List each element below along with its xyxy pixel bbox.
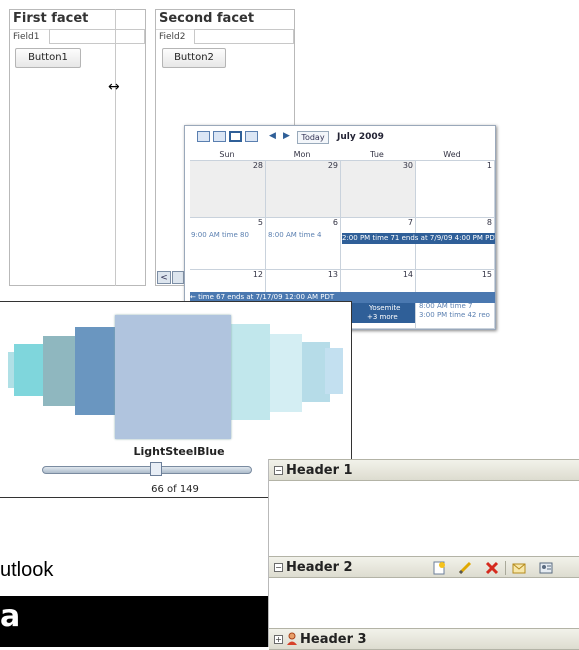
- day-number: 15: [481, 270, 492, 279]
- day-number: 30: [402, 161, 413, 170]
- collapse-icon[interactable]: −: [274, 466, 283, 475]
- accordion-panel: − Header 1 − Header 2 + Header 3: [268, 459, 579, 650]
- prev-arrow-icon[interactable]: ◀: [269, 131, 276, 141]
- day-number: 14: [402, 270, 413, 279]
- day-number: 7: [407, 218, 413, 227]
- edit-pencil-icon[interactable]: [458, 561, 472, 575]
- calendar-day-cell[interactable]: 5 9:00 AM time 80: [190, 218, 266, 270]
- carousel-item[interactable]: [75, 327, 117, 415]
- day-number: 1: [486, 161, 492, 170]
- calendar-toolbar: ◀ ▶ Today July 2009: [185, 126, 495, 148]
- header-1-label: Header 1: [286, 463, 353, 478]
- field1-label: Field1: [13, 32, 40, 42]
- calendar-event[interactable]: 8:00 AM time 4: [268, 231, 322, 239]
- collapse-icon[interactable]: −: [274, 563, 283, 572]
- scroll-right-button[interactable]: [172, 271, 184, 284]
- carousel-item[interactable]: [43, 336, 75, 406]
- calendar-day-cell[interactable]: 28: [190, 160, 266, 218]
- dark-banner: a: [0, 596, 268, 647]
- field1-input[interactable]: [49, 29, 145, 44]
- calendar-day-cell[interactable]: 30: [341, 160, 416, 218]
- email-icon[interactable]: [512, 561, 526, 575]
- calendar-day-cell[interactable]: 7: [341, 218, 416, 270]
- next-arrow-icon[interactable]: ▶: [283, 131, 290, 141]
- day-name-sun: Sun: [219, 150, 235, 159]
- toolbar-separator: [505, 561, 506, 575]
- header-1-bar[interactable]: − Header 1: [269, 459, 579, 481]
- calendar-day-cell[interactable]: 6 8:00 AM time 4: [266, 218, 341, 270]
- today-button[interactable]: Today: [297, 131, 329, 144]
- day-number: 29: [327, 161, 338, 170]
- day-number: 8: [486, 218, 492, 227]
- outlook-label: utlook: [0, 559, 54, 581]
- day-number: 13: [327, 270, 338, 279]
- day-number: 5: [257, 218, 263, 227]
- day-number: 6: [332, 218, 338, 227]
- header-2-bar[interactable]: − Header 2: [269, 556, 579, 578]
- calendar-day-cell[interactable]: 29: [266, 160, 341, 218]
- banner-glyph: a: [0, 599, 21, 634]
- day-name-wed: Wed: [443, 150, 461, 159]
- more-events-link[interactable]: +3 more: [367, 313, 398, 321]
- carousel-current-label: LightSteelBlue: [133, 445, 225, 458]
- day-name-mon: Mon: [293, 150, 311, 159]
- delete-icon[interactable]: [485, 561, 499, 575]
- calendar-widget: ◀ ▶ Today July 2009 Sun Mon Tue Wed 28 2…: [184, 125, 496, 330]
- header-3-label: Header 3: [300, 632, 367, 647]
- calendar-event[interactable]: 9:00 AM time 80: [191, 231, 249, 239]
- first-facet-panel: First facet Field1 Button1: [9, 9, 146, 286]
- resize-cursor-icon: ↔: [108, 79, 120, 95]
- second-facet-title: Second facet: [156, 10, 294, 30]
- first-facet-title: First facet: [10, 10, 145, 30]
- carousel-item[interactable]: [14, 344, 44, 396]
- field2-input[interactable]: [194, 29, 294, 44]
- id-card-icon[interactable]: [539, 561, 553, 575]
- list-view-icon[interactable]: [245, 131, 258, 142]
- multi-day-event-bar[interactable]: 2:00 PM time 71 ends at 7/9/09 4:00 PM P…: [342, 233, 495, 244]
- field2-label: Field2: [159, 32, 186, 42]
- month-label: July 2009: [337, 132, 384, 142]
- button2[interactable]: Button2: [162, 48, 226, 68]
- carousel-position-text: 66 of 149: [151, 484, 199, 495]
- carousel-slider-thumb[interactable]: [150, 462, 162, 476]
- calendar-event[interactable]: Yosemite: [369, 304, 400, 312]
- calendar-event-group[interactable]: Yosemite +3 more: [341, 303, 415, 323]
- user-icon: [287, 632, 297, 645]
- expand-icon[interactable]: +: [274, 635, 283, 644]
- day-name-tue: Tue: [370, 150, 384, 159]
- calendar-event[interactable]: 3:00 PM time 42 reo: [419, 311, 490, 319]
- header-2-label: Header 2: [286, 560, 353, 575]
- carousel-slider-track[interactable]: [42, 466, 252, 474]
- carousel-item[interactable]: [325, 348, 343, 394]
- new-document-icon[interactable]: [432, 561, 446, 575]
- calendar-day-cell[interactable]: 1: [416, 160, 495, 218]
- calendar-day-cell[interactable]: 8: [416, 218, 495, 270]
- week-view-icon[interactable]: [213, 131, 226, 142]
- day-view-icon[interactable]: [197, 131, 210, 142]
- month-view-icon[interactable]: [229, 131, 242, 142]
- calendar-event[interactable]: 8:00 AM time 7: [419, 302, 473, 310]
- day-number: 28: [252, 161, 263, 170]
- scroll-left-button[interactable]: <: [157, 271, 171, 284]
- splitter-handle[interactable]: [115, 9, 116, 286]
- carousel-current-item[interactable]: [115, 315, 231, 439]
- day-number: 12: [252, 270, 263, 279]
- button1[interactable]: Button1: [15, 48, 81, 68]
- carousel-item[interactable]: [266, 334, 302, 412]
- carousel-item[interactable]: [228, 324, 270, 420]
